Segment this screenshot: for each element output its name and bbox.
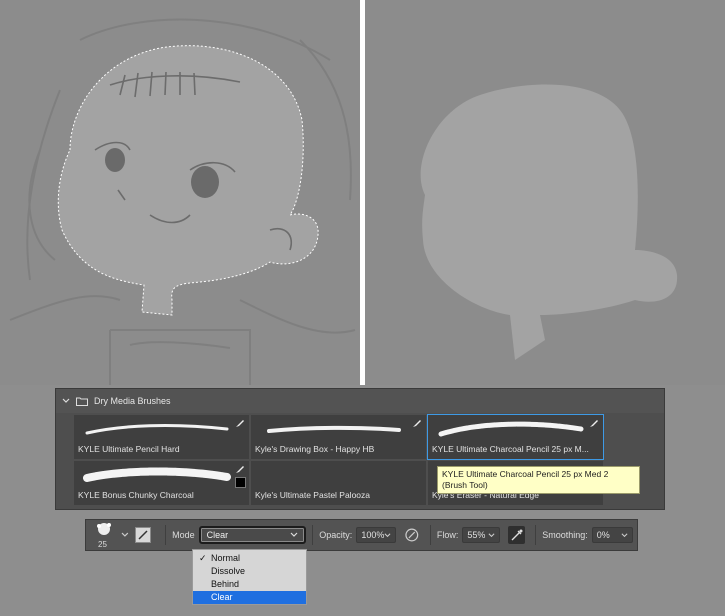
mode-option-dissolve[interactable]: Dissolve bbox=[193, 565, 306, 578]
brush-tip-icon bbox=[97, 523, 111, 535]
brush-tile-pencil-hard[interactable]: KYLE Ultimate Pencil Hard bbox=[74, 415, 249, 459]
smoothing-value: 0% bbox=[596, 530, 610, 540]
flow-input[interactable]: 55% bbox=[462, 527, 500, 543]
brush-preset-picker[interactable]: 25 bbox=[94, 521, 119, 549]
brush-stroke-preview bbox=[267, 425, 401, 433]
mode-select[interactable]: Clear bbox=[198, 526, 307, 544]
brush-tool-icon bbox=[590, 420, 598, 427]
mode-option-label: Normal bbox=[211, 553, 241, 563]
folder-icon bbox=[76, 397, 88, 406]
brush-tooltip: KYLE Ultimate Charcoal Pencil 25 px Med … bbox=[437, 466, 640, 494]
brush-label: KYLE Bonus Chunky Charcoal bbox=[78, 490, 194, 500]
chevron-down-icon bbox=[488, 532, 495, 537]
flow-value: 55% bbox=[467, 530, 486, 540]
brush-tool-icon bbox=[413, 420, 421, 427]
brush-tile-chunky-charcoal[interactable]: KYLE Bonus Chunky Charcoal bbox=[74, 461, 249, 505]
chevron-down-icon bbox=[62, 398, 70, 403]
mode-label: Mode bbox=[172, 530, 195, 540]
brush-group-header[interactable]: Dry Media Brushes bbox=[56, 389, 664, 413]
silhouette-shape bbox=[420, 84, 678, 360]
separator bbox=[165, 525, 167, 545]
airbrush-icon[interactable] bbox=[507, 526, 526, 544]
mode-option-normal[interactable]: ✓ Normal bbox=[193, 552, 306, 565]
brush-stroke-preview bbox=[83, 467, 231, 482]
canvas-left[interactable] bbox=[0, 0, 360, 385]
brush-group-name: Dry Media Brushes bbox=[94, 396, 171, 406]
chevron-down-icon bbox=[621, 532, 628, 537]
tool-options-bar: 25 Mode Clear Opacity: 100% Flow: 55% Sm… bbox=[85, 519, 638, 551]
opacity-value: 100% bbox=[361, 530, 385, 540]
brush-size: 25 bbox=[98, 540, 107, 549]
tooltip-line1: KYLE Ultimate Charcoal Pencil 25 px Med … bbox=[442, 469, 609, 479]
mode-option-clear[interactable]: Clear bbox=[193, 591, 306, 604]
brush-stroke-preview bbox=[85, 424, 229, 435]
brush-label: KYLE Ultimate Pencil Hard bbox=[78, 444, 180, 454]
mode-option-label: Behind bbox=[211, 579, 240, 589]
mode-option-label: Clear bbox=[211, 592, 233, 602]
mode-option-behind[interactable]: Behind bbox=[193, 578, 306, 591]
brush-stroke-preview bbox=[438, 421, 584, 437]
checkmark-icon: ✓ bbox=[199, 553, 207, 563]
brush-tile-charcoal-pencil[interactable]: KYLE Ultimate Charcoal Pencil 25 px M... bbox=[427, 414, 604, 460]
separator bbox=[535, 525, 537, 545]
chevron-down-icon bbox=[384, 532, 391, 537]
flow-label: Flow: bbox=[436, 530, 459, 540]
brush-tile-pastel-palooza[interactable]: Kyle's Ultimate Pastel Palooza bbox=[251, 461, 426, 505]
mode-dropdown-menu: ✓ Normal Dissolve Behind Clear bbox=[192, 549, 307, 605]
separator bbox=[312, 525, 314, 545]
smoothing-input[interactable]: 0% bbox=[591, 527, 633, 543]
tooltip-line2: (Brush Tool) bbox=[442, 480, 488, 490]
brush-label: Kyle's Drawing Box - Happy HB bbox=[255, 444, 375, 454]
mode-option-label: Dissolve bbox=[211, 566, 246, 576]
chevron-down-icon bbox=[290, 532, 298, 537]
brush-color-swatch bbox=[235, 477, 246, 488]
smoothing-label: Smoothing: bbox=[542, 530, 588, 540]
sketch-drawing bbox=[9, 18, 356, 385]
brush-tool-icon bbox=[236, 420, 244, 427]
separator bbox=[429, 525, 431, 545]
chevron-down-icon[interactable] bbox=[121, 531, 129, 539]
brush-settings-toggle-icon[interactable] bbox=[135, 527, 152, 543]
brush-tile-happy-hb[interactable]: Kyle's Drawing Box - Happy HB bbox=[251, 415, 426, 459]
brush-tool-icon bbox=[236, 466, 244, 473]
canvas-right[interactable] bbox=[365, 0, 725, 385]
opacity-label: Opacity: bbox=[319, 530, 353, 540]
brush-label: Kyle's Ultimate Pastel Palooza bbox=[255, 490, 371, 500]
mode-value: Clear bbox=[206, 530, 229, 540]
brush-label: KYLE Ultimate Charcoal Pencil 25 px M... bbox=[432, 444, 589, 454]
pressure-opacity-icon[interactable] bbox=[404, 527, 420, 543]
opacity-input[interactable]: 100% bbox=[356, 527, 397, 543]
